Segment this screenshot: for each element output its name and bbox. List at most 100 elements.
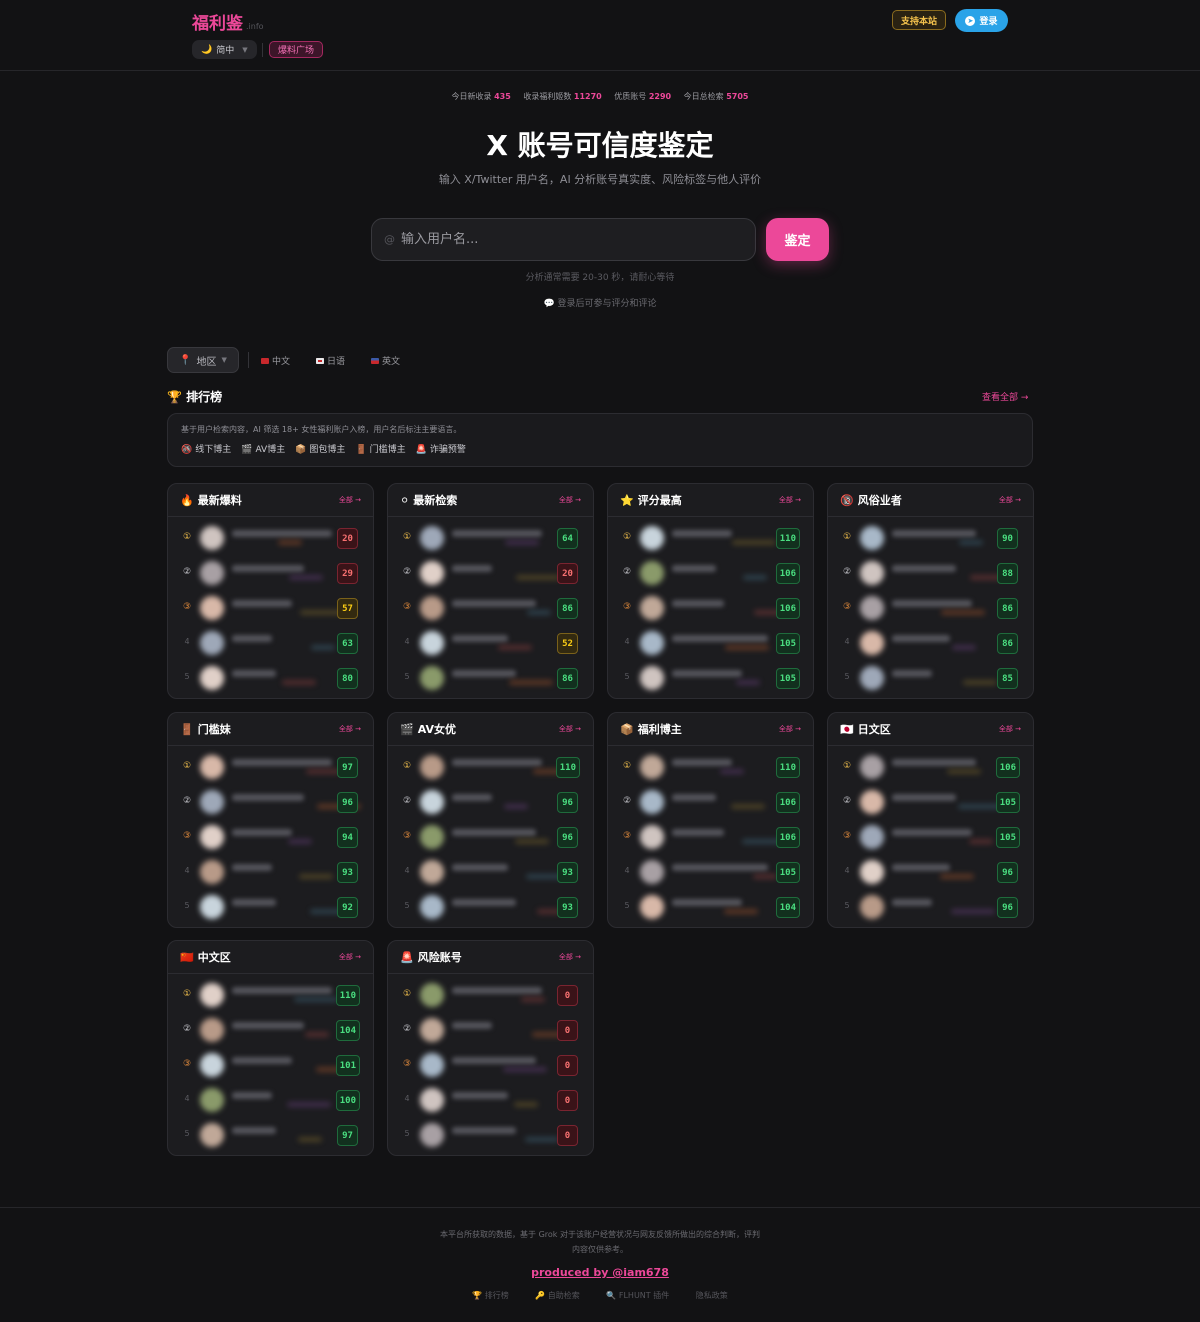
score-badge: 94 [337,827,358,848]
username-input[interactable] [401,232,731,247]
view-all-link[interactable]: 查看全部 → [982,390,1028,403]
ranking-row[interactable]: 4 93 [168,854,373,889]
blurred-tags [305,1032,329,1037]
search-box[interactable]: @ [371,218,756,261]
support-button[interactable]: 支持本站 [892,10,947,30]
produced-by-link[interactable]: produced by @iam678 [0,1266,1200,1279]
card-view-all-link[interactable]: 全部 → [339,724,361,734]
site-logo[interactable]: 福利鉴 .info [192,9,264,34]
ranking-row[interactable]: 4 86 [828,625,1033,660]
ranking-row[interactable]: 5 104 [608,889,813,924]
filter-japanese[interactable]: 日语 [316,354,345,367]
ranking-row[interactable]: 5 85 [828,660,1033,695]
ranking-row[interactable]: 40 [388,1082,593,1117]
ranking-row[interactable]: ② 20 [388,555,593,590]
ranking-row[interactable]: 4 105 [608,625,813,660]
ranking-row[interactable]: 5 93 [388,889,593,924]
card-view-all-link[interactable]: 全部 → [779,495,801,505]
ranking-row[interactable]: ① 106 [828,749,1033,784]
avatar [640,631,664,655]
ranking-row[interactable]: ②0 [388,1012,593,1047]
ranking-row[interactable]: ② 106 [608,555,813,590]
ranking-row[interactable]: ③ 105 [828,819,1033,854]
ranking-row[interactable]: ③ 96 [388,819,593,854]
ranking-row[interactable]: 4 105 [608,854,813,889]
rank-number: 4 [184,637,190,646]
avatar [420,561,444,585]
plaza-button[interactable]: 爆料广场 [269,41,324,58]
ranking-row[interactable]: 5 92 [168,889,373,924]
blurred-username [452,1092,508,1099]
card-view-all-link[interactable]: 全部 → [999,724,1021,734]
ranking-row[interactable]: ② 88 [828,555,1033,590]
ranking-row[interactable]: ① 110 [388,749,593,784]
ranking-row[interactable]: ② 105 [828,784,1033,819]
ranking-row[interactable]: ③ 86 [388,590,593,625]
blurred-tags [306,769,340,774]
card-view-all-link[interactable]: 全部 → [339,952,361,962]
ranking-row[interactable]: 5 80 [168,660,373,695]
footer-link-privacy[interactable]: 隐私政策 [696,1291,728,1300]
footer-link-plugin[interactable]: 🔍 FLHUNT 插件 [606,1291,669,1300]
ranking-row[interactable]: ① 110 [168,977,373,1012]
rank-number: 4 [624,637,630,646]
ranking-row[interactable]: 5 97 [168,1117,373,1152]
card-view-all-link[interactable]: 全部 → [339,495,361,505]
login-button[interactable]: ➤ 登录 [955,9,1008,32]
filter-chinese[interactable]: 中文 [261,354,290,367]
chevron-down-icon: ▼ [242,45,248,54]
ranking-row[interactable]: ① 110 [608,749,813,784]
ranking-row[interactable]: 5 86 [388,660,593,695]
ranking-row[interactable]: ③ 94 [168,819,373,854]
ranking-row[interactable]: 4 96 [828,854,1033,889]
footer-link-ranking[interactable]: 🏆 排行榜 [472,1291,509,1300]
ranking-row[interactable]: ② 104 [168,1012,373,1047]
ranking-card: 🚪 门槛妹 全部 → ① 97 ② 96 ③ 94 4 93 5 92 [167,712,374,928]
card-view-all-link[interactable]: 全部 → [559,724,581,734]
language-select[interactable]: 🌙 简中 ▼ [192,40,257,59]
ranking-row[interactable]: ① 20 [168,520,373,555]
ranking-row[interactable]: ② 96 [388,784,593,819]
ranking-row[interactable]: ① 110 [608,520,813,555]
ranking-row[interactable]: ② 29 [168,555,373,590]
card-view-all-link[interactable]: 全部 → [999,495,1021,505]
ranking-row[interactable]: ③ 86 [828,590,1033,625]
ranking-row[interactable]: ③ 101 [168,1047,373,1082]
blurred-tags [959,540,983,545]
evaluate-button[interactable]: 鉴定 [766,218,829,261]
avatar [200,666,224,690]
rank-number: ② [182,567,192,577]
ranking-row[interactable]: ① 64 [388,520,593,555]
ranking-row[interactable]: 4 52 [388,625,593,660]
blurred-tags [509,680,553,685]
site-header: 福利鉴 .info 🌙 简中 ▼ 爆料广场 支持本站 ➤ 登录 [0,0,1200,71]
ranking-row[interactable]: ③ 106 [608,590,813,625]
ranking-row[interactable]: ③0 [388,1047,593,1082]
card-view-all-link[interactable]: 全部 → [559,952,581,962]
card-view-all-link[interactable]: 全部 → [779,724,801,734]
ranking-row[interactable]: 5 96 [828,889,1033,924]
wait-note: 分析通常需要 20-30 秒，请耐心等待 [525,273,675,283]
ranking-row[interactable]: ② 96 [168,784,373,819]
ranking-row[interactable]: 5 105 [608,660,813,695]
avatar [420,983,444,1007]
ranking-row[interactable]: ①0 [388,977,593,1012]
ranking-row[interactable]: 4 100 [168,1082,373,1117]
ranking-row[interactable]: ① 97 [168,749,373,784]
card-header: 🚪 门槛妹 全部 → [168,713,373,746]
blurred-tags [289,575,323,580]
card-view-all-link[interactable]: 全部 → [559,495,581,505]
ranking-row[interactable]: ② 106 [608,784,813,819]
ranking-row[interactable]: 50 [388,1117,593,1152]
ranking-row[interactable]: ③ 57 [168,590,373,625]
region-filter[interactable]: 📍 地区 ▼ [167,347,239,373]
filter-english[interactable]: 英文 [371,354,400,367]
rank-number: ① [842,532,852,542]
rank-number: 5 [404,1129,410,1138]
ranking-row[interactable]: 4 93 [388,854,593,889]
avatar [860,790,884,814]
ranking-row[interactable]: ③ 106 [608,819,813,854]
ranking-row[interactable]: 4 63 [168,625,373,660]
ranking-row[interactable]: ① 90 [828,520,1033,555]
footer-link-search[interactable]: 🔑 自助检索 [535,1291,580,1300]
